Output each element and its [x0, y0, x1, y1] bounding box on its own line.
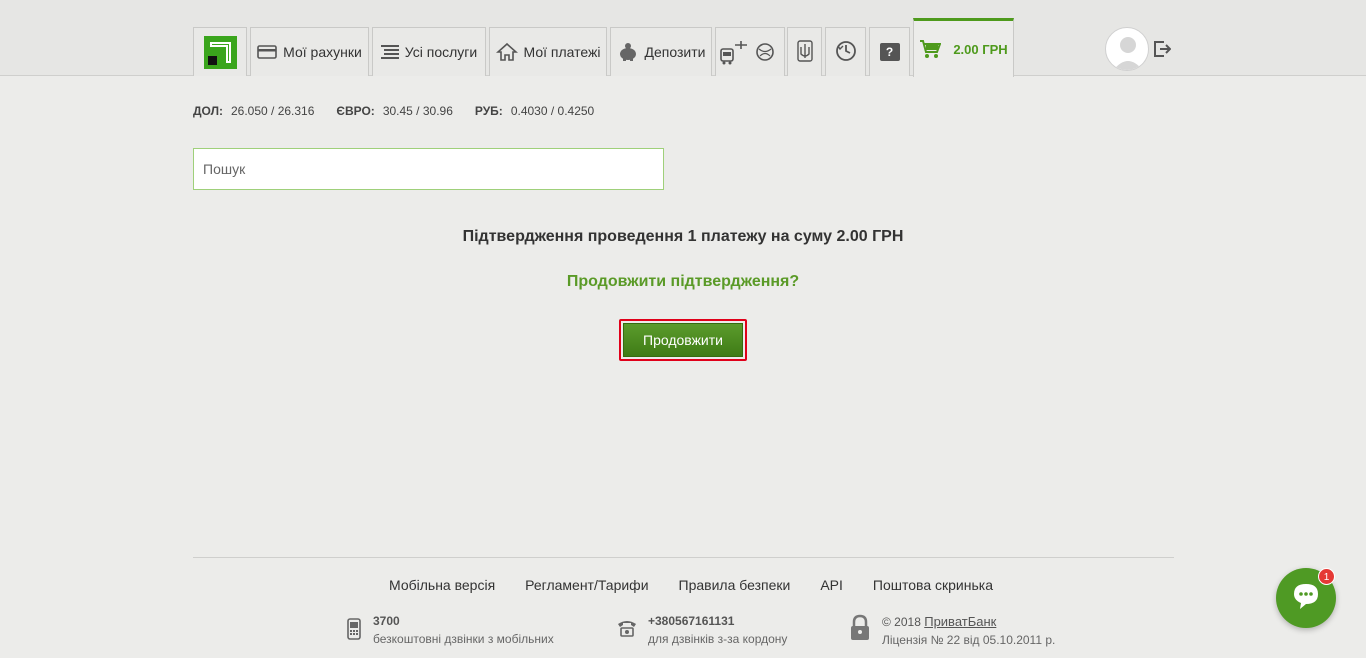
footer-link-api[interactable]: API: [820, 577, 843, 593]
tab-history[interactable]: [825, 27, 866, 76]
copyright-year: © 2018: [882, 615, 921, 629]
footer-link-mobile[interactable]: Мобільна версія: [389, 577, 495, 593]
mobile-phone-icon: [345, 618, 363, 643]
card-icon: [257, 45, 277, 59]
clock-history-icon: [835, 40, 857, 65]
contact-international: +380567161131 для дзвінків з-за кордону: [616, 614, 787, 646]
cart-icon: [919, 39, 942, 59]
tab-deposits-label: Депозити: [644, 44, 706, 60]
tab-all-services-label: Усі послуги: [404, 44, 478, 60]
tab-help[interactable]: ?: [869, 27, 910, 76]
globe-icon: [755, 42, 775, 62]
continue-button-highlight: Продовжити: [619, 319, 747, 361]
currency-rates: ДОЛ: 26.050 / 26.316 ЄВРО: 30.45 / 30.96…: [193, 104, 616, 118]
contact-mobile: 3700 безкоштовні дзвінки з мобільних: [345, 614, 554, 646]
tab-my-payments-label: Мої платежі: [523, 44, 601, 60]
tab-my-accounts-label: Мої рахунки: [283, 44, 362, 60]
eur-label: ЄВРО:: [336, 104, 375, 118]
help-icon: ?: [879, 43, 900, 61]
train-plane-icon: [719, 39, 749, 65]
footer-divider: [193, 557, 1174, 558]
mobile-number: 3700: [373, 614, 400, 628]
tab-cart[interactable]: 2.00 ГРН: [913, 18, 1014, 77]
usd-label: ДОЛ:: [193, 104, 223, 118]
footer-links: Мобільна версія Регламент/Тарифи Правила…: [0, 577, 1366, 593]
tab-all-services[interactable]: Усі послуги: [372, 27, 486, 76]
tab-my-payments[interactable]: Мої платежі: [489, 27, 607, 76]
eur-rate: 30.45 / 30.96: [382, 104, 453, 118]
footer-link-security[interactable]: Правила безпеки: [679, 577, 791, 593]
tab-transport-travel[interactable]: [715, 27, 785, 76]
chat-notification-badge: 1: [1318, 568, 1335, 585]
house-icon: [495, 42, 518, 62]
international-number: +380567161131: [648, 614, 735, 628]
piggy-bank-icon: [617, 42, 639, 62]
rub-label: РУБ:: [474, 104, 503, 118]
chat-bubble-icon: [1291, 581, 1321, 616]
user-avatar[interactable]: [1105, 27, 1149, 71]
search-input[interactable]: [193, 148, 664, 190]
copyright-block: © 2018 ПриватБанк Ліцензія № 22 від 05.1…: [848, 614, 1055, 647]
top-navigation-bar: Мої рахунки Усі послуги Мої платежі Депо…: [0, 0, 1366, 77]
tab-my-accounts[interactable]: Мої рахунки: [250, 27, 369, 76]
footer-link-tariffs[interactable]: Регламент/Тарифи: [525, 577, 648, 593]
privatbank-link[interactable]: ПриватБанк: [924, 614, 996, 629]
logo-icon: [203, 35, 237, 69]
rub-rate: 0.4030 / 0.4250: [510, 104, 595, 118]
footer-link-mailbox[interactable]: Поштова скринька: [873, 577, 993, 593]
international-description: для дзвінків з-за кордону: [648, 632, 788, 646]
cart-total: 2.00 ГРН: [953, 41, 1008, 57]
logout-icon[interactable]: [1153, 40, 1172, 58]
usd-rate: 26.050 / 26.316: [231, 104, 315, 118]
tab-deposits[interactable]: Депозити: [610, 27, 712, 76]
tab-government-services[interactable]: [787, 27, 822, 76]
confirmation-question: Продовжити підтвердження?: [566, 273, 800, 290]
privatbank-logo[interactable]: [193, 27, 247, 76]
license-text: Ліцензія № 22 від 05.10.2011 р.: [882, 633, 1056, 647]
telephone-icon: [616, 618, 638, 641]
trident-icon: [796, 39, 813, 65]
continue-button[interactable]: Продовжити: [623, 323, 743, 357]
confirmation-title: Підтвердження проведення 1 платежу на су…: [462, 228, 904, 245]
mobile-description: безкоштовні дзвінки з мобільних: [373, 632, 554, 646]
lock-icon: [848, 614, 872, 645]
list-icon: [380, 44, 399, 60]
